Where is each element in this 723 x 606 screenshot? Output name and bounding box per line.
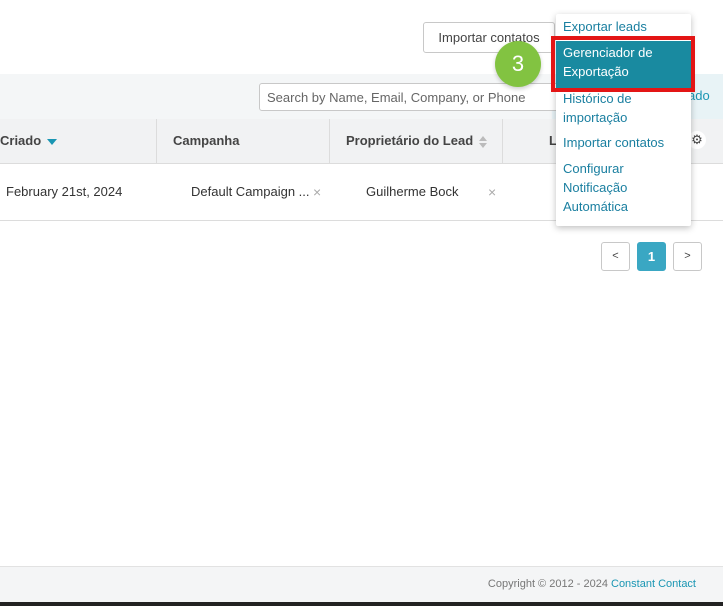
footer-brand-link[interactable]: Constant Contact [611,578,696,590]
cell-created: February 21st, 2024 [6,184,123,199]
step-badge: 3 [495,41,541,87]
menu-item-export-leads[interactable]: Exportar leads [563,17,687,36]
column-divider [156,119,157,164]
close-icon[interactable]: × [488,164,496,221]
close-icon[interactable]: × [313,164,321,221]
column-header-campaign[interactable]: Campanha [173,119,239,164]
menu-item-import-contacts[interactable]: Importar contatos [563,133,687,152]
bottom-edge-bar [0,602,723,606]
pagination-next-button[interactable]: > [673,242,702,271]
column-divider [502,119,503,164]
menu-item-auto-notification[interactable]: Configurar Notificação Automática [563,159,673,216]
footer-copyright: Copyright © 2012 - 2024 Constant Contact [487,578,696,590]
pagination-page-button[interactable]: 1 [637,242,666,271]
sort-icon [479,135,488,148]
cell-lead-owner[interactable]: Guilherme Bock [366,164,458,221]
column-header-created[interactable]: Criado [0,119,58,164]
search-input[interactable] [259,83,559,111]
column-header-lead-owner[interactable]: Proprietário do Lead [346,119,488,164]
pagination-prev-button[interactable]: < [601,242,630,271]
sort-down-icon [47,138,58,145]
highlight-box [551,36,695,92]
menu-item-import-history[interactable]: Histórico de importação [563,89,687,127]
column-divider [329,119,330,164]
cell-campaign[interactable]: Default Campaign ... [191,164,310,221]
